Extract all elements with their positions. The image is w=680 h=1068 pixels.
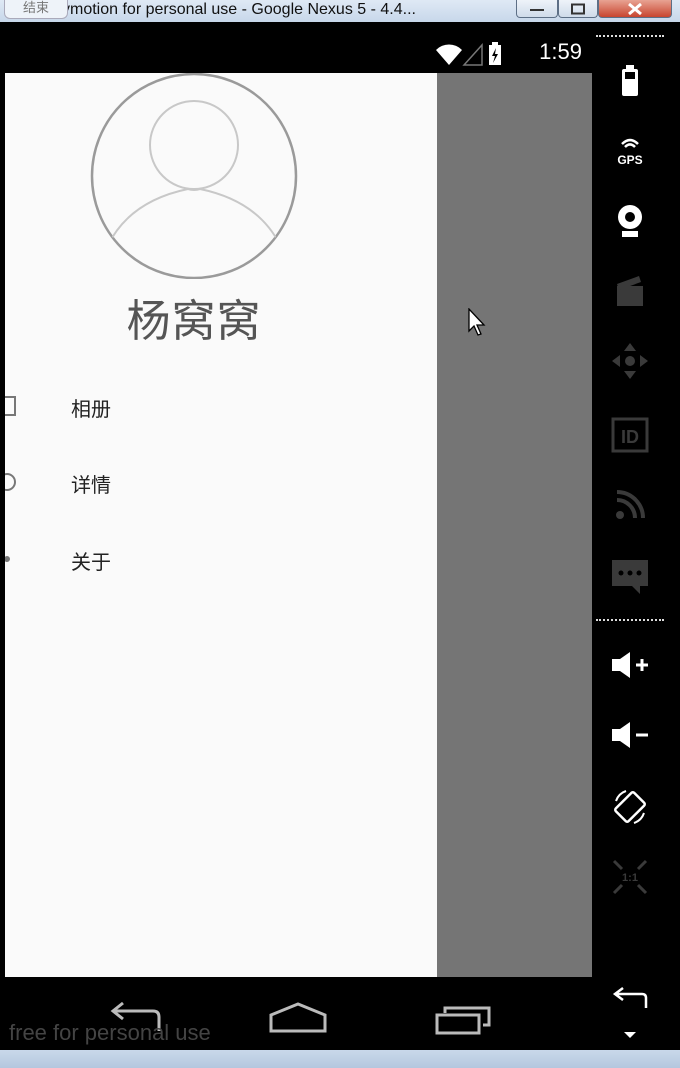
back-icon[interactable] [606,977,654,1021]
scale-label: 1:1 [622,872,638,884]
clock: 1:59 [539,39,582,64]
menu-item-label: 相册 [71,397,111,421]
navigation-drawer: 杨窝窝 相册 详情 关于 [5,73,437,977]
window-title-bar: ymotion for personal use - Google Nexus … [0,0,680,23]
close-icon [628,2,642,15]
status-icons [434,41,514,66]
menu-item-label: 关于 [71,550,111,574]
rss-icon[interactable] [606,483,654,527]
battery-charging-icon [489,42,501,65]
webcam-icon[interactable] [606,199,654,243]
clapperboard-icon[interactable] [606,269,654,313]
volume-up-icon[interactable] [606,643,654,687]
volume-down-icon[interactable] [606,713,654,757]
sms-icon[interactable] [606,555,654,599]
minimize-button[interactable] [516,0,558,18]
window-title: ymotion for personal use - Google Nexus … [62,1,416,18]
menu-item-about[interactable]: 关于 [5,528,437,588]
close-button[interactable] [598,0,672,18]
window-bottom-border [0,1050,680,1068]
about-icon [5,556,10,562]
maximize-icon [571,3,585,14]
recents-icon[interactable] [433,1001,495,1035]
gps-label: GPS [617,153,642,167]
menu-item-album[interactable]: 相册 [5,375,437,435]
menu-item-label: 详情 [71,473,111,497]
watermark: free for personal use [9,1020,211,1045]
menu-icon[interactable] [606,1023,654,1047]
wifi-icon [436,44,462,65]
divider [596,619,664,621]
mouse-cursor-icon [468,308,486,336]
signal-icon [462,43,483,66]
device-screen: 杨窝窝 相册 详情 关于 [5,73,592,977]
battery-icon[interactable] [606,59,654,103]
status-bar: 1:59 [5,33,592,73]
home-icon[interactable] [267,1001,329,1035]
genymotion-toolbar: GPS ID 1:1 [594,33,666,1050]
username: 杨窝窝 [126,296,262,347]
rotate-icon[interactable] [606,785,654,829]
id-icon[interactable]: ID [606,413,654,457]
info-icon [5,473,16,491]
scale-icon[interactable]: 1:1 [606,855,654,899]
avatar[interactable] [90,73,298,279]
dpad-icon[interactable] [606,339,654,383]
gps-icon[interactable]: GPS [606,129,654,173]
id-label: ID [621,427,639,447]
divider [596,35,664,37]
menu-item-details[interactable]: 详情 [5,451,437,511]
album-icon [5,396,16,416]
minimize-icon [530,8,544,11]
maximize-button[interactable] [558,0,598,18]
end-tab[interactable]: 结束 [4,0,68,19]
